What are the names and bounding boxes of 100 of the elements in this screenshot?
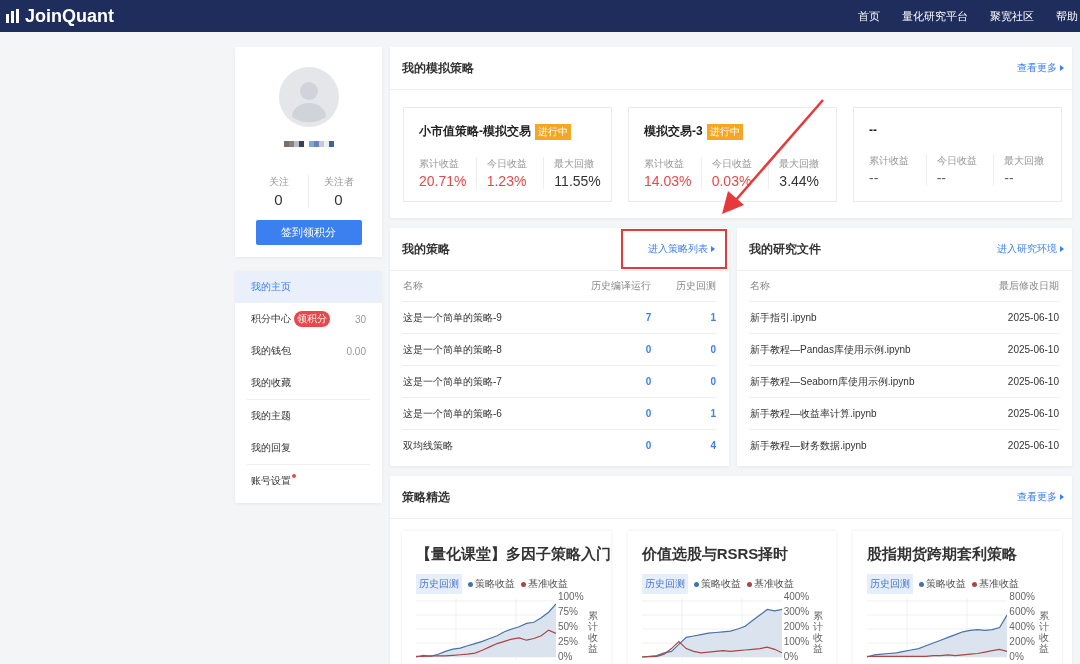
stat-label: 最大回撤 [1004, 154, 1046, 168]
stat-value: 14.03% [644, 173, 693, 189]
stat-label: 最大回撤 [779, 157, 821, 171]
research-link[interactable]: 进入研究环境 [997, 242, 1064, 256]
stat-label: 关注者 [323, 175, 354, 189]
nav-link[interactable]: 帮助 [1056, 8, 1078, 24]
menu-item[interactable]: 积分中心 领积分 30 [235, 303, 382, 335]
tag: 历史回测 [416, 574, 462, 594]
nav-link[interactable]: 聚宽社区 [990, 8, 1034, 24]
badge: 领积分 [294, 311, 330, 327]
axis-tick: 600% [1009, 607, 1035, 617]
strategy-title: 股指期货跨期套利策略 [867, 545, 1019, 564]
table-cell: 7 [557, 301, 653, 334]
axis-tick: 100% [558, 592, 584, 602]
menu-item[interactable]: 我的收藏 [235, 367, 382, 399]
axis-tick: 0% [558, 652, 574, 662]
table-cell: 4 [652, 429, 717, 461]
axis-tick: 400% [783, 592, 810, 602]
panel-title: 策略精选 [402, 488, 450, 506]
file-name[interactable]: 新手教程—财务数据.ipynb [749, 429, 976, 461]
stat-label: 今日收益 [936, 154, 978, 168]
table-cell: 0 [557, 333, 653, 366]
strategy-name[interactable]: 这是一个简单的策略-6 [402, 397, 558, 430]
column-header: 历史回测 [652, 271, 717, 302]
axis-tick: 0% [1009, 652, 1025, 662]
strategy-name[interactable]: 这是一个简单的策略-9 [402, 301, 558, 334]
legend-label: 策略收益 [700, 577, 741, 591]
table-cell: 0 [557, 429, 653, 461]
simulation-name: -- [869, 123, 877, 137]
menu-value: 0.00 [346, 345, 366, 357]
simulation-card[interactable]: 模拟交易-3 进行中 累计收益 14.03% 今日收益 0.03% 最大回撤 3.44% [628, 107, 837, 202]
stat-value: 3.44% [779, 173, 821, 189]
table-cell: 1 [652, 301, 717, 334]
stat-label: 关注 [268, 175, 289, 189]
stat-value: 20.71% [419, 173, 468, 189]
column-header: 名称 [402, 271, 558, 302]
nav-link[interactable]: 首页 [858, 8, 880, 24]
table-cell: 1 [652, 397, 717, 430]
stat-value: -- [936, 170, 947, 186]
strategy-name[interactable]: 这是一个简单的策略-7 [402, 365, 558, 398]
menu-item[interactable]: 我的主题 [247, 400, 370, 432]
axis-tick: 200% [1009, 637, 1035, 647]
axis-tick: 400% [1009, 622, 1035, 632]
panel-title: 我的模拟策略 [402, 59, 474, 77]
stat-label: 今日收益 [486, 157, 528, 171]
stat-label: 累计收益 [869, 154, 910, 168]
file-name[interactable]: 新手教程—Seaborn库使用示例.ipynb [749, 365, 976, 398]
axis-tick: 200% [783, 622, 810, 632]
table-cell: 2025-06-10 [975, 429, 1060, 461]
axis-tick: 800% [1009, 592, 1035, 602]
menu-value: 30 [354, 313, 366, 325]
panel-title: 我的策略 [402, 240, 450, 258]
strategy-title: 【量化课堂】多因子策略入门 [416, 545, 611, 564]
axis-tick: 100% [783, 637, 810, 647]
more-link[interactable]: 查看更多 [1017, 490, 1064, 504]
menu-item[interactable]: 我的钱包 0.00 [235, 335, 382, 367]
column-header: 名称 [749, 271, 976, 302]
status-badge: 进行中 [535, 123, 571, 140]
table-cell: 0 [652, 365, 717, 398]
strategy-list-link[interactable]: 进入策略列表 [648, 242, 715, 256]
strategy-title: 价值选股与RSRS择时 [641, 545, 790, 564]
legend-label: 策略收益 [926, 577, 967, 591]
strategy-name[interactable]: 双均线策略 [402, 429, 558, 461]
axis-tick: 25% [558, 637, 579, 647]
simulation-card[interactable]: 小市值策略-模拟交易 进行中 累计收益 20.71% 今日收益 1.23% 最大回撤 11.55% [403, 107, 612, 202]
stat-value: 0 [334, 191, 343, 208]
stat-value: -- [1004, 170, 1015, 186]
table-cell: 0 [652, 333, 717, 366]
legend-label: 基准收益 [753, 577, 794, 591]
nav-link[interactable]: 量化研究平台 [902, 8, 968, 24]
logo-text[interactable]: JoinQuant [25, 5, 114, 27]
stat-label: 累计收益 [419, 157, 460, 171]
table-cell: 0 [557, 365, 653, 398]
simulation-name: 小市值策略-模拟交易 [419, 123, 531, 140]
stat-value: 1.23% [486, 173, 528, 189]
stat-label: 最大回撤 [554, 157, 596, 171]
axis-tick: 0% [783, 652, 800, 662]
tag: 历史回测 [641, 574, 688, 594]
table-cell: 2025-06-10 [975, 333, 1060, 366]
simulation-name: 模拟交易-3 [644, 123, 703, 140]
stat-value: -- [869, 170, 880, 186]
more-link[interactable]: 查看更多 [1017, 61, 1064, 75]
menu-item[interactable]: 账号设置 [247, 465, 370, 497]
simulation-card[interactable]: -- 累计收益 -- 今日收益 -- 最大回撤 -- [853, 107, 1062, 202]
tag: 历史回测 [867, 574, 914, 594]
table-cell: 2025-06-10 [975, 365, 1060, 398]
file-name[interactable]: 新手教程—Pandas库使用示例.ipynb [749, 333, 976, 366]
table-cell: 0 [557, 397, 653, 430]
stat-value: 0.03% [711, 173, 753, 189]
axis-tick: 75% [558, 607, 579, 617]
axis-tick: 300% [783, 607, 810, 617]
table-cell: 2025-06-10 [975, 301, 1060, 334]
legend-label: 策略收益 [475, 577, 515, 591]
stat-label: 今日收益 [711, 157, 753, 171]
checkin-button[interactable]: 签到领积分 [255, 220, 362, 245]
menu-item[interactable]: 我的回复 [247, 432, 370, 464]
menu-item[interactable]: 我的主页 [235, 271, 382, 303]
file-name[interactable]: 新手教程—收益率计算.ipynb [749, 397, 976, 430]
file-name[interactable]: 新手指引.ipynb [749, 301, 976, 334]
strategy-name[interactable]: 这是一个简单的策略-8 [402, 333, 558, 366]
